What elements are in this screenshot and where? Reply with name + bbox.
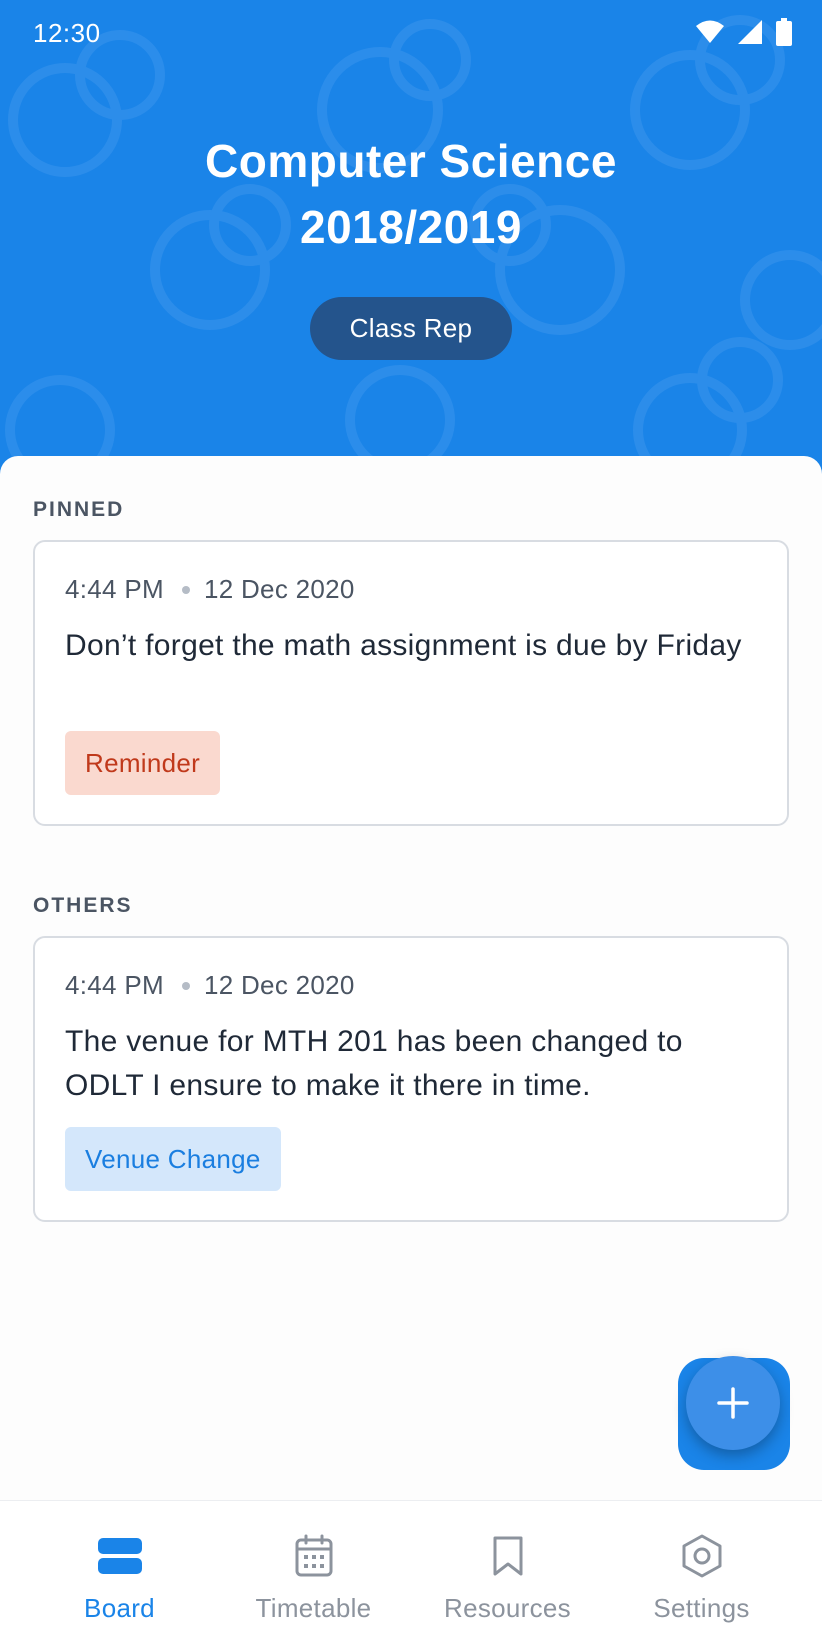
role-badge[interactable]: Class Rep xyxy=(310,297,512,360)
nav-label-timetable: Timetable xyxy=(255,1593,372,1623)
bookmark-icon xyxy=(485,1533,531,1579)
bottom-nav: Board Timetable Resources Settings xyxy=(0,1500,822,1646)
app-screen: 12:30 Computer Science 2018/2019 Class R… xyxy=(0,0,822,1646)
nav-item-board[interactable]: Board xyxy=(17,1501,222,1646)
plus-icon xyxy=(717,1387,749,1419)
post-text: The venue for MTH 201 has been changed t… xyxy=(65,1025,683,1102)
board-sheet: PINNED 4:44 PM 12 Dec 2020 Don’t forget … xyxy=(0,456,822,1500)
class-session: 2018/2019 xyxy=(300,201,522,253)
class-title: Computer Science 2018/2019 xyxy=(0,128,822,260)
other-post-card[interactable]: 4:44 PM 12 Dec 2020 The venue for MTH 20… xyxy=(33,936,789,1222)
status-bar: 12:30 xyxy=(0,0,822,64)
separator-dot xyxy=(181,585,190,594)
nav-item-resources[interactable]: Resources xyxy=(405,1501,610,1646)
post-tag-venue-change[interactable]: Venue Change xyxy=(65,1127,281,1191)
nav-label-settings: Settings xyxy=(653,1593,750,1623)
post-text: Don’t forget the math assignment is due … xyxy=(65,629,742,662)
calendar-icon xyxy=(291,1533,337,1579)
pinned-post-card[interactable]: 4:44 PM 12 Dec 2020 Don’t forget the mat… xyxy=(33,540,789,826)
nav-item-timetable[interactable]: Timetable xyxy=(211,1501,416,1646)
post-date: 12 Dec 2020 xyxy=(203,574,355,604)
nav-label-board: Board xyxy=(84,1593,155,1623)
post-time: 4:44 PM xyxy=(65,574,164,604)
add-post-button[interactable] xyxy=(686,1356,780,1450)
post-meta: 4:44 PM 12 Dec 2020 xyxy=(65,970,355,1001)
separator-dot xyxy=(181,981,190,990)
wifi-icon xyxy=(696,20,724,43)
nav-label-resources: Resources xyxy=(444,1593,571,1623)
nav-item-settings[interactable]: Settings xyxy=(599,1501,804,1646)
post-date: 12 Dec 2020 xyxy=(203,970,355,1000)
battery-icon xyxy=(776,18,792,46)
post-meta: 4:44 PM 12 Dec 2020 xyxy=(65,574,355,605)
board-icon xyxy=(97,1533,143,1579)
status-time: 12:30 xyxy=(33,18,101,48)
status-icons xyxy=(696,18,792,46)
gear-icon xyxy=(679,1533,725,1579)
others-section-label: OTHERS xyxy=(33,894,133,917)
post-time: 4:44 PM xyxy=(65,970,164,1000)
pinned-section-label: PINNED xyxy=(33,498,125,521)
class-name: Computer Science xyxy=(205,135,617,187)
post-tag-reminder[interactable]: Reminder xyxy=(65,731,221,795)
header: 12:30 Computer Science 2018/2019 Class R… xyxy=(0,0,822,480)
signal-icon xyxy=(738,20,762,44)
